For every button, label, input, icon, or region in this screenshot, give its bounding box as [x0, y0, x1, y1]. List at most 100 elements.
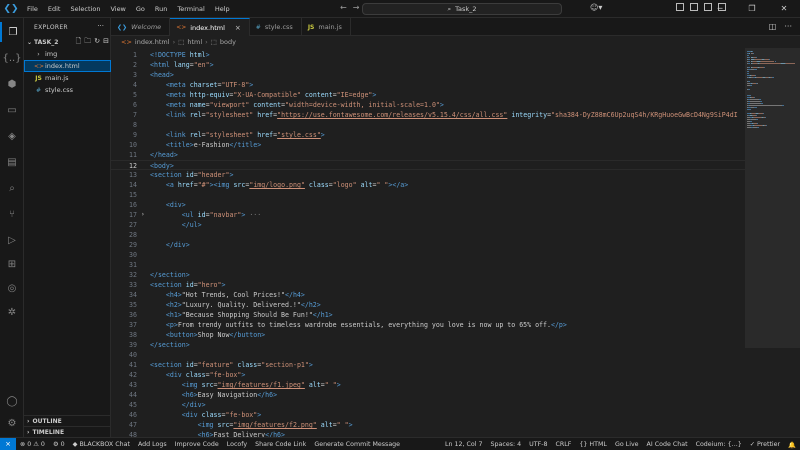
code-line[interactable]: 12 <body> — [111, 160, 745, 170]
code-line[interactable]: 28 — [111, 230, 745, 240]
code-line[interactable]: 36 <h1>"Because Shopping Should Be Fun!"… — [111, 310, 745, 320]
more-actions-icon[interactable]: ··· — [97, 22, 104, 30]
code-line[interactable]: 47 <img src="img/features/f2.png" alt=" … — [111, 420, 745, 430]
code-line[interactable]: 42 <div class="fe-box"> — [111, 370, 745, 380]
generate-commit-message-button[interactable]: Generate Commit Message — [310, 441, 404, 448]
tab-main-js[interactable]: JS main.js — [302, 18, 351, 36]
code-line[interactable]: 31 — [111, 260, 745, 270]
code-line[interactable]: 13 <section id="header"> — [111, 170, 745, 180]
add-logs-button[interactable]: Add Logs — [134, 441, 171, 448]
code-line[interactable]: 9 <link rel="stylesheet" href="style.css… — [111, 130, 745, 140]
explorer-icon[interactable]: ❐ — [0, 22, 24, 42]
menu-edit[interactable]: Edit — [43, 0, 66, 18]
code-line[interactable]: 4 <meta charset="UTF-8"> — [111, 80, 745, 90]
line-ending[interactable]: CRLF — [552, 441, 576, 448]
code-line[interactable]: 6 <meta name="viewport" content="width=d… — [111, 100, 745, 110]
code-line[interactable]: 34 <h4>"Hot Trends, Cool Prices!"</h4> — [111, 290, 745, 300]
breadcrumb-item[interactable]: body — [220, 38, 236, 46]
code-line[interactable]: 27 </ul> — [111, 220, 745, 230]
minimap[interactable] — [745, 48, 800, 437]
toggle-primary-sidebar-icon[interactable] — [676, 3, 684, 11]
minimize-icon[interactable]: ─ — [704, 0, 736, 18]
menu-run[interactable]: Run — [150, 0, 172, 18]
copilot-icon[interactable]: ☺▾ — [590, 3, 602, 12]
menu-selection[interactable]: Selection — [65, 0, 105, 18]
forward-arrow-icon[interactable]: → — [353, 3, 360, 12]
minimap-viewport[interactable] — [745, 48, 800, 348]
encoding[interactable]: UTF-8 — [525, 441, 551, 448]
account-icon[interactable]: ◯ — [0, 391, 24, 411]
tree-file-style-css[interactable]: # style.css — [24, 84, 111, 96]
close-icon[interactable]: × — [235, 24, 241, 32]
split-editor-icon[interactable]: ◫ — [769, 22, 777, 31]
new-file-icon[interactable]: 🗋 — [76, 37, 82, 48]
workspace-folder[interactable]: ⌄ TASK_2 🗋 🗀 ↻ ⊟ — [24, 37, 111, 48]
json-extension-icon[interactable]: {..} — [0, 48, 24, 68]
breadcrumb-item[interactable]: index.html — [135, 38, 170, 46]
language-mode[interactable]: {} HTML — [575, 441, 611, 448]
menu-view[interactable]: View — [105, 0, 130, 18]
code-line[interactable]: 16 <div> — [111, 200, 745, 210]
code-line[interactable]: 33 <section id="hero"> — [111, 280, 745, 290]
problems-indicator[interactable]: ⊗ 0 ⚠ 0 — [16, 441, 49, 448]
ports-indicator[interactable]: ⚙ 0 — [49, 441, 69, 448]
code-line[interactable]: 37 <p>From trendy outfits to timeless wa… — [111, 320, 745, 330]
toggle-panel-icon[interactable] — [690, 3, 698, 11]
remote-explorer-icon[interactable]: ▭ — [0, 100, 24, 120]
code-line[interactable]: 11 </head> — [111, 150, 745, 160]
manage-gear-icon[interactable]: ⚙ — [0, 413, 24, 433]
code-line[interactable]: 30 — [111, 250, 745, 260]
python-icon[interactable]: ⬢ — [0, 74, 24, 94]
code-line[interactable]: 10 <title>e-Fashion</title> — [111, 140, 745, 150]
openai-icon[interactable]: ✲ — [0, 302, 24, 322]
new-folder-icon[interactable]: 🗀 — [84, 37, 91, 48]
blackbox-chat-button[interactable]: ◆ BLACKBOX Chat — [69, 441, 134, 448]
run-debug-icon[interactable]: ▷ — [0, 230, 24, 250]
share-code-link-button[interactable]: Share Code Link — [251, 441, 310, 448]
code-line[interactable]: 15 — [111, 190, 745, 200]
code-line[interactable]: 7 <link rel="stylesheet" href="https://u… — [111, 110, 745, 120]
code-line[interactable]: 38 <button>Shop Now</button> — [111, 330, 745, 340]
indentation[interactable]: Spaces: 4 — [487, 441, 526, 448]
menu-help[interactable]: Help — [210, 0, 235, 18]
code-line[interactable]: 29 </div> — [111, 240, 745, 250]
code-line[interactable]: 5 <meta http-equiv="X-UA-Compatible" con… — [111, 90, 745, 100]
menu-file[interactable]: File — [22, 0, 43, 18]
breadcrumb-item[interactable]: html — [187, 38, 202, 46]
code-line[interactable]: 32 </section> — [111, 270, 745, 280]
collapse-all-icon[interactable]: ⊟ — [103, 37, 109, 48]
tab-style-css[interactable]: # style.css — [250, 18, 302, 36]
prettier-status[interactable]: ✓ Prettier — [746, 441, 784, 448]
menu-go[interactable]: Go — [131, 0, 150, 18]
search-sidebar-icon[interactable]: ⌕ — [0, 178, 24, 198]
refresh-icon[interactable]: ↻ — [94, 37, 100, 48]
ai-code-chat-button[interactable]: AI Code Chat — [643, 441, 692, 448]
code-editor[interactable]: 1 <!DOCTYPE html> 2 <html lang="en"> 3 <head>… — [111, 48, 745, 437]
tab-index-html[interactable]: <> index.html × — [170, 18, 250, 36]
tab-welcome[interactable]: ❮❯ Welcome — [111, 18, 171, 36]
codeium-status[interactable]: Codeium: {...} — [692, 441, 746, 448]
menu-terminal[interactable]: Terminal — [172, 0, 209, 18]
tree-folder-img[interactable]: › img — [24, 48, 111, 60]
tree-file-main-js[interactable]: JS main.js — [24, 72, 111, 84]
code-line[interactable]: 44 <h6>Easy Navigation</h6> — [111, 390, 745, 400]
extensions-icon[interactable]: ⊞ — [0, 254, 24, 274]
code-line[interactable]: 45 </div> — [111, 400, 745, 410]
command-center-search[interactable]: ⌕ Task_2 — [362, 3, 562, 15]
code-line[interactable]: 1 <!DOCTYPE html> — [111, 50, 745, 60]
close-window-icon[interactable]: ✕ — [768, 0, 800, 18]
more-actions-icon[interactable]: ··· — [784, 22, 792, 31]
cursor-position[interactable]: Ln 12, Col 7 — [441, 441, 487, 448]
go-live-button[interactable]: Go Live — [611, 441, 643, 448]
tree-file-index-html[interactable]: <> index.html — [24, 60, 111, 72]
code-line[interactable]: 43 <img src="img/features/f1.jpeg" alt="… — [111, 380, 745, 390]
code-line[interactable]: 40 — [111, 350, 745, 360]
code-line[interactable]: 35 <h2>"Luxury. Quality. Delivered.!"</h… — [111, 300, 745, 310]
back-arrow-icon[interactable]: ← — [340, 3, 347, 12]
locofy-button[interactable]: Locofy — [223, 441, 251, 448]
code-line[interactable]: 3 <head> — [111, 70, 745, 80]
cube-extension-icon[interactable]: ◈ — [0, 126, 24, 146]
code-line[interactable]: 41 <section id="feature" class="section-p… — [111, 360, 745, 370]
improve-code-button[interactable]: Improve Code — [171, 441, 223, 448]
book-icon[interactable]: ▤ — [0, 152, 24, 172]
